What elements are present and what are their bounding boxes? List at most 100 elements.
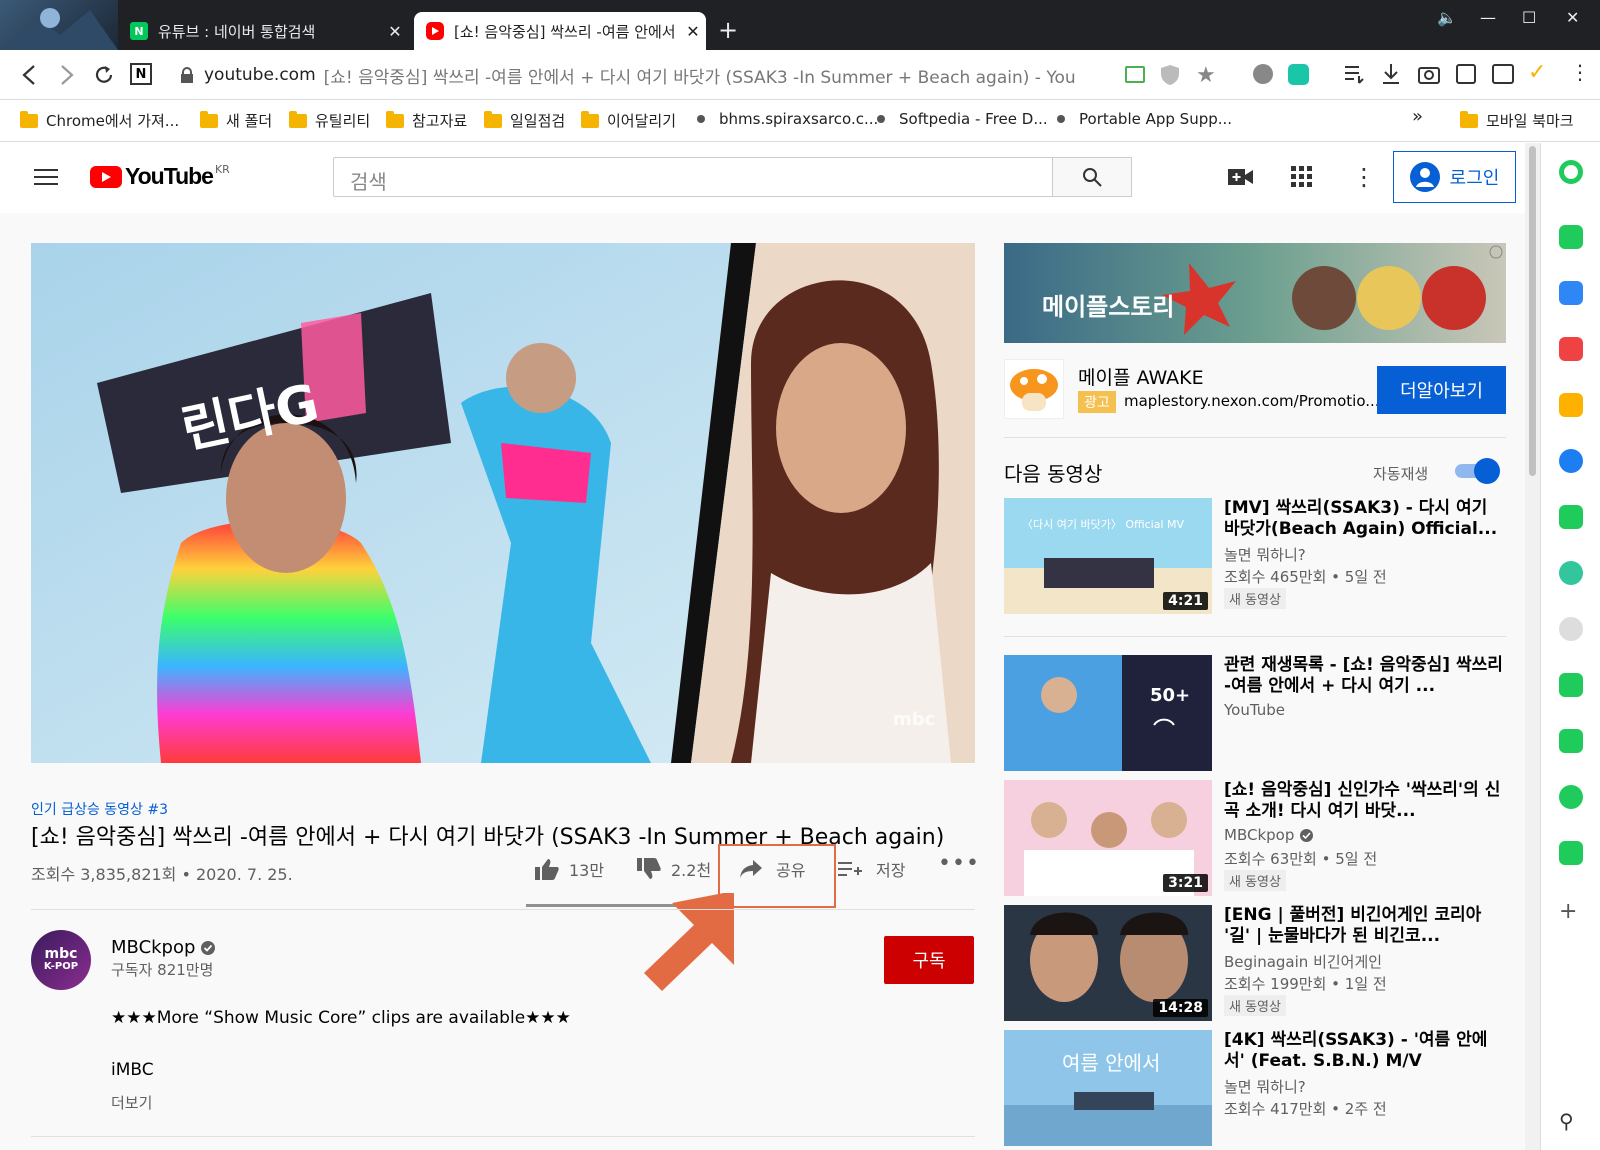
side-app-icon[interactable] [1559, 449, 1583, 473]
extension-icon[interactable] [1253, 64, 1273, 84]
side-app-icon[interactable] [1559, 617, 1583, 641]
learn-more-button[interactable]: 더알아보기 [1377, 366, 1506, 414]
close-icon[interactable]: ✕ [382, 22, 408, 41]
maximize-icon[interactable]: ☐ [1522, 8, 1536, 27]
side-app-icon[interactable] [1559, 281, 1583, 305]
related-playlist[interactable]: 50+ 관련 재생목록 - [쇼! 음악중심] 싹쓰리 -여름 안에서 + 다시… [1004, 655, 1506, 771]
video-thumbnail[interactable]: 3:21 [1004, 780, 1212, 896]
ad-url[interactable]: maplestory.nexon.com/Promotio... [1124, 392, 1380, 410]
video-title: [4K] 싹쓰리(SSAK3) - '여름 안에서' (Feat. S.B.N.… [1224, 1030, 1488, 1071]
extension-icon[interactable] [1288, 64, 1309, 85]
video-thumbnail[interactable]: 여름 안에서 [1004, 1030, 1212, 1146]
minimize-icon[interactable]: — [1480, 8, 1496, 27]
check-icon[interactable]: ✓ [1528, 60, 1546, 85]
apps-grid-icon[interactable] [1291, 166, 1313, 188]
more-bookmarks-button[interactable]: » [1412, 106, 1423, 127]
create-video-icon[interactable] [1228, 167, 1254, 187]
bookmark-link[interactable]: bhms.spiraxsarco.c... [697, 110, 878, 128]
add-app-icon[interactable]: + [1559, 899, 1577, 924]
scrollbar-thumb[interactable] [1529, 146, 1536, 476]
playlist-icon[interactable] [1344, 64, 1366, 84]
side-app-icon[interactable] [1559, 337, 1583, 361]
tab-naver[interactable]: N 유튜브 : 네이버 통합검색 ✕ [118, 12, 408, 50]
bookmark-folder[interactable]: 이어달리기 [581, 110, 676, 131]
bookmark-folder[interactable]: 일일점검 [484, 110, 565, 131]
bookmark-label: Softpedia - Free D... [899, 110, 1048, 128]
volume-icon[interactable]: 🔈 [1437, 8, 1457, 27]
dislike-count: 2.2천 [671, 861, 712, 880]
related-video[interactable]: 〈다시 여기 바닷가〉 Official MV 4:21 [MV] 싹쓰리(SS… [1004, 498, 1506, 614]
search-button[interactable] [1052, 157, 1132, 197]
video-title: [ENG | 풀버전] 비긴어게인 코리아 '길' | 눈물바다가 된 비긴코.… [1224, 905, 1482, 946]
side-app-icon[interactable] [1559, 673, 1583, 697]
show-more-button[interactable]: 더보기 [111, 1092, 152, 1113]
login-button[interactable]: 로그인 [1393, 151, 1516, 203]
related-video[interactable]: 3:21 [쇼! 음악중심] 신인가수 '싹쓰리'의 신곡 소개! 다시 여기 … [1004, 780, 1506, 896]
video-duration: 4:21 [1163, 592, 1208, 610]
bookmark-link[interactable]: Portable App Supp... [1057, 110, 1232, 128]
download-icon[interactable] [1381, 63, 1401, 85]
back-icon[interactable] [20, 64, 40, 86]
playlist-thumbnail[interactable]: 50+ [1004, 655, 1212, 771]
bookmark-folder[interactable]: 유틸리티 [289, 110, 370, 131]
shield-icon[interactable] [1160, 64, 1180, 86]
ad-title[interactable]: 메이플 AWAKE [1078, 363, 1204, 390]
video-thumbnail[interactable]: 14:28 [1004, 905, 1212, 1021]
close-icon[interactable]: ✕ [680, 22, 706, 41]
related-video[interactable]: 14:28 [ENG | 풀버전] 비긴어게인 코리아 '길' | 눈물바다가 … [1004, 905, 1506, 1021]
naver-home-icon[interactable]: N [130, 63, 152, 85]
youtube-logo[interactable]: YouTube KR [90, 163, 230, 190]
folder-icon [581, 110, 599, 128]
bookmark-label: Portable App Supp... [1079, 110, 1233, 128]
bookmark-folder[interactable]: Chrome에서 가져... [20, 110, 179, 131]
new-tab-button[interactable]: + [718, 16, 738, 44]
video-player[interactable]: 린다G mbc [31, 243, 975, 763]
url-field[interactable]: youtube.com [쇼! 음악중심] 싹쓰리 -여름 안에서 + 다시 여… [180, 58, 1100, 92]
settings-dots-icon[interactable]: ⋮ [1352, 163, 1376, 191]
divider [1004, 636, 1506, 637]
webtoon-app-icon[interactable] [1559, 841, 1583, 865]
new-video-badge: 새 동영상 [1224, 870, 1286, 891]
sidebar-toggle-icon[interactable] [1492, 64, 1514, 84]
side-app-icon[interactable] [1559, 225, 1583, 249]
ad-logo[interactable] [1004, 359, 1064, 419]
site-icon [697, 115, 705, 123]
reader-icon[interactable] [1456, 64, 1476, 84]
channel-name[interactable]: MBCkpop [111, 937, 216, 958]
tab-title: 유튜브 : 네이버 통합검색 [158, 22, 316, 41]
trending-hashtag[interactable]: 인기 급상승 동영상 #3 [31, 799, 168, 819]
video-thumbnail[interactable]: 〈다시 여기 바닷가〉 Official MV 4:21 [1004, 498, 1212, 614]
save-button[interactable]: 저장 [838, 857, 905, 881]
close-window-icon[interactable]: ✕ [1566, 8, 1579, 27]
forward-icon[interactable] [56, 64, 76, 86]
subscribe-button[interactable]: 구독 [884, 936, 974, 984]
bookmark-folder[interactable]: 참고자료 [386, 110, 467, 131]
camera-icon[interactable] [1418, 64, 1440, 84]
region-code: KR [214, 163, 230, 176]
hamburger-menu-icon[interactable] [34, 168, 58, 186]
dislike-button[interactable]: 2.2천 [637, 857, 711, 881]
blog-app-icon[interactable] [1559, 729, 1583, 753]
side-app-icon[interactable] [1559, 160, 1583, 184]
menu-dots-icon[interactable]: ⋮ [1570, 60, 1590, 84]
like-button[interactable]: 13만 [535, 857, 604, 881]
ad-banner[interactable]: 메이플스토리 [1004, 243, 1506, 343]
bookmark-folder[interactable]: 모바일 북마크 [1460, 110, 1574, 131]
pin-icon[interactable]: ⚲ [1559, 1109, 1574, 1133]
channel-avatar[interactable]: mbc K-POP [31, 930, 91, 990]
share-button[interactable]: 공유 [740, 857, 805, 881]
side-app-icon[interactable] [1559, 505, 1583, 529]
reload-icon[interactable] [93, 64, 115, 86]
bookmark-folder[interactable]: 새 폴더 [200, 110, 272, 131]
related-video[interactable]: 여름 안에서 [4K] 싹쓰리(SSAK3) - '여름 안에서' (Feat.… [1004, 1030, 1506, 1146]
side-app-icon[interactable] [1559, 785, 1583, 809]
subscriber-count: 구독자 821만명 [111, 961, 214, 979]
bookmark-link[interactable]: Softpedia - Free D... [877, 110, 1048, 128]
play-app-icon[interactable] [1559, 561, 1583, 585]
search-input[interactable]: 검색 [333, 157, 1053, 197]
star-app-icon[interactable] [1559, 393, 1583, 417]
tab-youtube[interactable]: [쇼! 음악중심] 싹쓰리 -여름 안에서 ✕ [414, 12, 706, 50]
star-bookmark-icon[interactable]: ★ [1196, 63, 1216, 88]
pip-icon[interactable] [1125, 66, 1145, 83]
more-actions-icon[interactable]: ••• [938, 851, 980, 876]
